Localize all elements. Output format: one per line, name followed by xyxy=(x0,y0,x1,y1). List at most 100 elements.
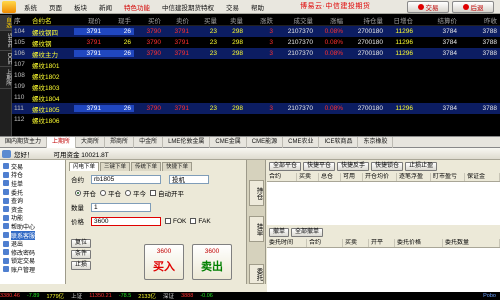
pend-col-time[interactable]: 委托时间 xyxy=(267,239,307,247)
tab-cffex[interactable]: 中金所 xyxy=(134,136,164,148)
tree-item-exit[interactable]: 退出 xyxy=(0,239,65,248)
table-row[interactable]: 106 螺纹主力 3791 26 3790 3791 23 298 3 2107370 0.08% 2… xyxy=(12,48,500,59)
pos-col-total[interactable]: 总仓 xyxy=(319,173,341,181)
col-inc[interactable]: 日增仓 xyxy=(386,15,416,25)
close-radio[interactable] xyxy=(100,190,106,196)
col-askv[interactable]: 卖量 xyxy=(220,15,246,25)
side-tab-positions[interactable]: 持仓 xyxy=(249,180,264,206)
quick-lock-button[interactable]: 快捷锁仓 xyxy=(371,162,404,171)
tab-main-contracts[interactable]: 国内期货主力 xyxy=(0,136,48,148)
tab-traditional-order[interactable]: 传统下单 xyxy=(131,162,162,171)
col-bidv[interactable]: 买量 xyxy=(192,15,220,25)
qty-input[interactable]: 1 xyxy=(91,202,151,212)
col-name[interactable]: 合约名 xyxy=(32,15,74,25)
col-hand[interactable]: 现手 xyxy=(104,15,134,25)
vtab-shfe[interactable]: SHFE xyxy=(0,31,12,51)
tree-item-trade[interactable]: 交易 xyxy=(0,162,65,171)
tree-item-positions[interactable]: 持仓 xyxy=(0,171,65,179)
tab-dce[interactable]: 大商所 xyxy=(76,136,106,148)
side-tab-pending[interactable]: 挂单 xyxy=(249,216,264,242)
table-row[interactable]: 111 螺纹1805 3791 26 3790 3791 23 298 3 2107370 0.08… xyxy=(12,103,500,114)
tree-item-functions[interactable]: 功能 xyxy=(0,214,65,222)
condition-button[interactable]: 条件 xyxy=(71,250,91,259)
quick-close-button[interactable]: 快捷平仓 xyxy=(303,162,336,171)
tab-cme-metal[interactable]: CME金属 xyxy=(210,136,247,148)
fok-checkbox[interactable] xyxy=(165,218,171,224)
tree-item-lock[interactable]: 锁定交易 xyxy=(0,257,65,265)
tab-ice-soft[interactable]: ICE软商品 xyxy=(319,136,359,148)
menu-news[interactable]: 新闻 xyxy=(93,2,118,12)
col-ask[interactable]: 卖价 xyxy=(164,15,192,25)
vtab-watchlist[interactable]: 自选 xyxy=(0,15,12,31)
tree-item-funds[interactable]: 资金 xyxy=(0,205,65,214)
stop-loss-button[interactable]: 止损 xyxy=(71,261,91,270)
pos-col-margin[interactable]: 保证金 xyxy=(465,173,500,181)
pend-col-side[interactable]: 买卖 xyxy=(343,239,369,247)
col-pct[interactable]: 涨幅 xyxy=(316,15,346,25)
menu-features[interactable]: 特色功能 xyxy=(118,2,156,12)
table-row[interactable]: 108 螺纹1802 xyxy=(12,70,500,81)
menu-privilege[interactable]: 中信建投期货特权 xyxy=(156,2,220,12)
pos-col-avail[interactable]: 可用 xyxy=(341,173,363,181)
pend-col-contract[interactable]: 合约 xyxy=(307,239,343,247)
col-prev[interactable]: 昨收 xyxy=(460,15,500,25)
tab-shfe[interactable]: 上期所 xyxy=(47,136,77,148)
col-price[interactable]: 现价 xyxy=(74,15,104,25)
col-chg[interactable]: 涨跌 xyxy=(246,15,276,25)
pend-col-qty[interactable]: 委托数量 xyxy=(443,239,500,247)
tree-item-query[interactable]: 查询 xyxy=(0,196,65,205)
tab-lme[interactable]: LME伦敦金属 xyxy=(163,136,211,148)
col-bid[interactable]: 买价 xyxy=(134,15,164,25)
close-today-radio[interactable] xyxy=(125,190,131,196)
vtab-dce[interactable]: DCE xyxy=(0,51,12,68)
table-row[interactable]: 112 螺纹1806 xyxy=(12,114,500,125)
tab-quick-order[interactable]: 快捷下单 xyxy=(162,162,193,171)
tab-lightning-order[interactable]: 闪电下单 xyxy=(69,162,100,171)
vtab-shanghai[interactable]: 上期所 xyxy=(0,67,12,89)
tree-item-account[interactable]: 账户管理 xyxy=(0,265,65,274)
table-row[interactable]: 109 螺纹1803 xyxy=(12,81,500,92)
tab-cme-agri[interactable]: CME农业 xyxy=(283,136,320,148)
sell-button[interactable]: 3600 卖出 xyxy=(192,244,232,280)
table-row[interactable]: 107 螺纹1801 xyxy=(12,59,500,70)
close-all-button[interactable]: 全部平仓 xyxy=(269,162,302,171)
pos-col-float[interactable]: 逐笔浮盈 xyxy=(397,173,431,181)
menu-trade[interactable]: 交易 xyxy=(220,2,245,12)
pos-col-avgprice[interactable]: 开仓均价 xyxy=(363,173,397,181)
quick-reverse-button[interactable]: 快捷反手 xyxy=(337,162,370,171)
trade-button[interactable]: 交易 xyxy=(407,1,449,13)
reset-button[interactable]: 复位 xyxy=(71,239,91,248)
tab-czce[interactable]: 郑商所 xyxy=(105,136,135,148)
menu-page[interactable]: 页面 xyxy=(43,2,68,12)
tree-item-help-center[interactable]: 帮助中心 xyxy=(0,222,65,231)
pos-col-mtm[interactable]: 盯市盈亏 xyxy=(431,173,465,181)
menu-sector[interactable]: 板块 xyxy=(68,2,93,12)
stop-profit-button[interactable]: 止损止盈 xyxy=(405,162,438,171)
menu-help[interactable]: 帮助 xyxy=(245,2,270,12)
col-vol[interactable]: 成交量 xyxy=(276,15,316,25)
side-tab-orders[interactable]: 委托 xyxy=(249,264,264,284)
fak-checkbox[interactable] xyxy=(190,218,197,224)
open-radio[interactable] xyxy=(75,190,81,196)
tree-item-support[interactable]: 联系客服 xyxy=(0,230,65,240)
cancel-order-button[interactable]: 撤单 xyxy=(269,228,290,237)
pend-col-offset[interactable]: 开平 xyxy=(369,239,395,247)
pend-col-price[interactable]: 委托价格 xyxy=(395,239,443,247)
col-oi[interactable]: 持仓量 xyxy=(346,15,386,25)
table-row[interactable]: 104 螺纹钢四 3791 26 3790 3791 23 298 3 2107370 0.08% 2… xyxy=(12,26,500,37)
table-row[interactable]: 110 螺纹1804 xyxy=(12,92,500,103)
tab-three-key-order[interactable]: 三键下单 xyxy=(100,162,131,171)
col-no[interactable]: 序 xyxy=(12,15,32,25)
contract-input[interactable]: rb1805 xyxy=(91,174,161,184)
tree-item-change-password[interactable]: 修改密码 xyxy=(0,248,65,257)
col-settle[interactable]: 结算价 xyxy=(416,15,460,25)
pos-col-side[interactable]: 买卖 xyxy=(297,173,319,181)
buy-button[interactable]: 3600 买入 xyxy=(144,244,184,280)
cancel-all-button[interactable]: 全部撤单 xyxy=(291,228,324,237)
auto-offset-checkbox[interactable] xyxy=(150,190,156,196)
tab-cme-energy[interactable]: CME能源 xyxy=(247,136,284,148)
tree-item-entrust[interactable]: 委托 xyxy=(0,188,65,197)
table-row[interactable]: 105 螺纹钢 3791 26 3790 3791 23 298 3 2107370 0.08% 27… xyxy=(12,37,500,48)
price-input[interactable]: 3600 xyxy=(91,216,161,226)
back-button[interactable]: 后退 xyxy=(452,1,494,13)
